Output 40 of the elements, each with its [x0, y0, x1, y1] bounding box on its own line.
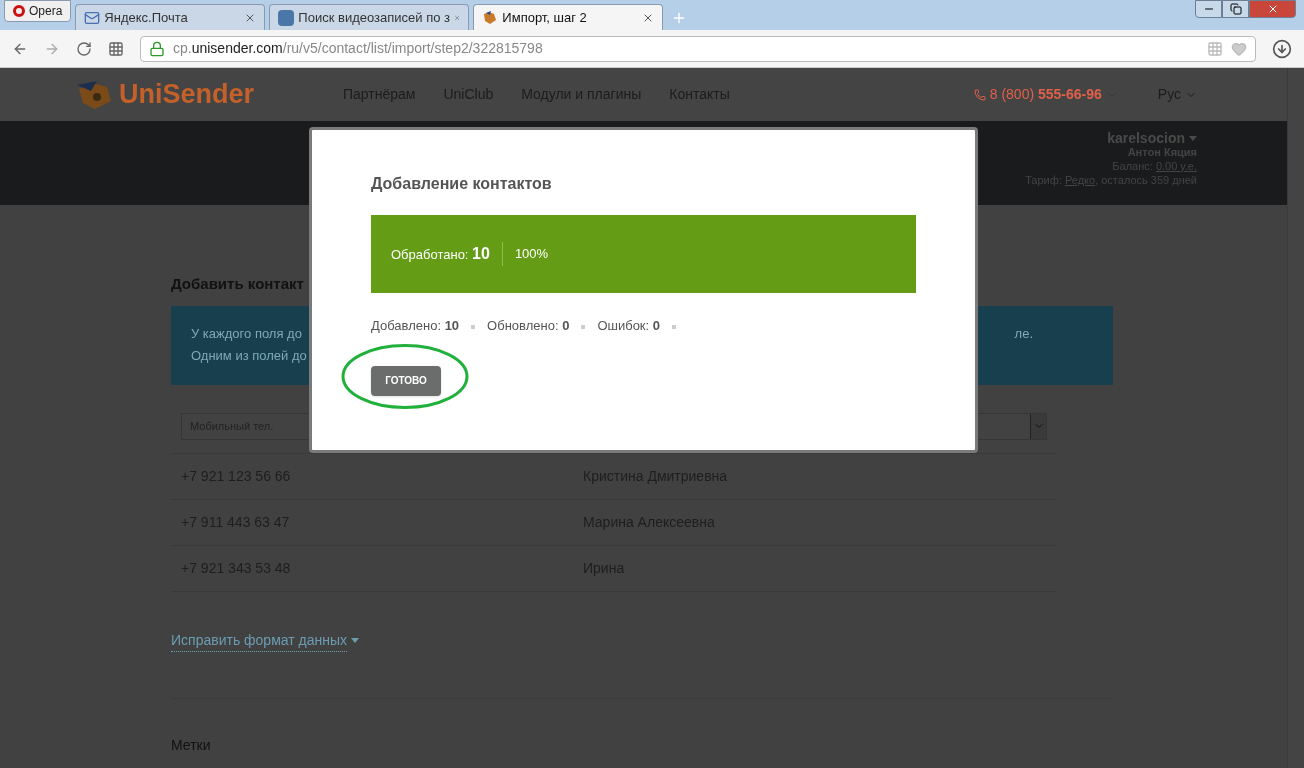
phone-icon [973, 88, 986, 101]
reload-icon[interactable] [76, 40, 92, 57]
heart-icon[interactable] [1231, 40, 1247, 57]
url-text: cp.unisender.com/ru/v5/contact/list/import/step2/322815798 [173, 39, 543, 58]
phone-number: 8 (800) 555-66-96 [989, 85, 1102, 104]
notice-text: Одним из полей до [191, 347, 307, 365]
notice-text: ле. [1014, 324, 1033, 343]
logo-icon [13, 5, 25, 17]
tab-title: Импорт, шаг 2 [502, 8, 588, 27]
bullet-icon [672, 325, 677, 330]
tab-title: Яндекс.Почта [104, 8, 189, 27]
notice-text: У каждого поля до [191, 325, 303, 343]
envelope-icon [84, 9, 101, 26]
logo-text: UniSender [119, 78, 255, 112]
lock-icon [149, 40, 165, 57]
processed-count: Обработано: 10 [391, 242, 503, 266]
stat-text: Добавлено: 10 [371, 317, 460, 335]
bullet-icon [471, 325, 476, 330]
minimize-button[interactable] [1195, 0, 1222, 18]
restore-icon [1229, 3, 1242, 15]
address-field[interactable]: cp.unisender.com/ru/v5/contact/list/import/step2/322815798 [140, 35, 1256, 62]
download-icon[interactable] [1272, 38, 1292, 59]
stat-text: Обновлено: 0 [487, 317, 570, 335]
close-button[interactable] [1249, 0, 1296, 18]
browser-tab[interactable]: Импорт, шаг 2 [473, 4, 664, 30]
restore-button[interactable] [1222, 0, 1249, 18]
modal-title: Добавление контактов [371, 174, 553, 194]
speed-dial-icon[interactable] [108, 40, 124, 57]
progress-percent: 100% [513, 245, 549, 264]
browser-tab[interactable]: Яндекс.Почта [75, 4, 266, 30]
tab-title: Поиск видеозаписей по з [298, 8, 450, 27]
fix-format-link[interactable]: Исправить формат данных [171, 629, 348, 652]
menu-button[interactable]: Opera [4, 0, 72, 22]
browser-tab[interactable]: Поиск видеозаписей по з [269, 4, 470, 30]
bullet-icon [581, 325, 586, 330]
caret-icon [351, 638, 360, 643]
done-button[interactable]: ГОТОВО [371, 365, 441, 396]
caret-icon[interactable] [1189, 135, 1197, 141]
stat-text: Ошибок: 0 [597, 317, 661, 335]
grid-icon[interactable] [1207, 40, 1223, 57]
